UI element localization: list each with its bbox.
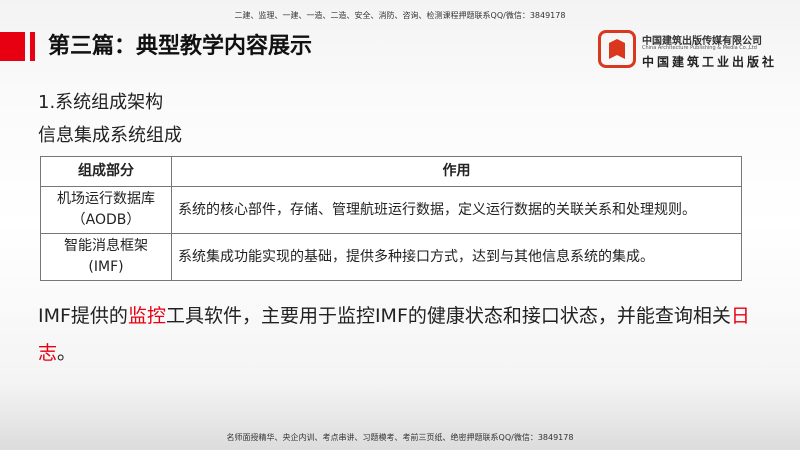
para-highlight: 监控 — [127, 305, 166, 327]
logo-cn-name-2: 中国建筑工业出版社 — [642, 55, 778, 69]
slide-title: 第三篇：典型教学内容展示 — [48, 34, 313, 59]
title-accent-bar — [30, 32, 35, 61]
cell-function: 系统的核心部件，存储、管理航班运行数据，定义运行数据的关联关系和处理规则。 — [171, 186, 742, 234]
cell-component: 机场运行数据库（AODB） — [40, 186, 172, 234]
section-heading: 1.系统组成架构 — [38, 92, 164, 113]
para-text: 工具软件，主要用于监控IMF的健康状态和接口状态，并能查询相关 — [165, 305, 731, 327]
table-row: 智能消息框架(IMF) 系统集成功能实现的基础，提供多种接口方式，达到与其他信息… — [40, 233, 742, 281]
header-function: 作用 — [171, 156, 742, 187]
components-table: 组成部分 作用 机场运行数据库（AODB） 系统的核心部件，存储、管理航班运行数… — [40, 156, 742, 281]
para-text: 。 — [57, 342, 77, 364]
top-note: 二建、监理、一建、一造、二造、安全、消防、咨询、检测课程押题联系QQ/微信：38… — [234, 11, 566, 20]
logo-icon — [598, 30, 636, 68]
sub-heading: 信息集成系统组成 — [38, 125, 182, 146]
table-header-row: 组成部分 作用 — [40, 156, 742, 187]
body-paragraph: IMF提供的监控工具软件，主要用于监控IMF的健康状态和接口状态，并能查询相关日… — [38, 298, 768, 372]
header-component: 组成部分 — [40, 156, 172, 187]
para-text: IMF提供的 — [38, 305, 128, 327]
cell-component: 智能消息框架(IMF) — [40, 233, 172, 281]
cell-function: 系统集成功能实现的基础，提供多种接口方式，达到与其他信息系统的集成。 — [171, 233, 742, 281]
logo-en-name: China Architecture Publishing & Media Co… — [642, 45, 757, 51]
table-row: 机场运行数据库（AODB） 系统的核心部件，存储、管理航班运行数据，定义运行数据… — [40, 186, 742, 234]
title-accent-block — [0, 32, 25, 61]
bottom-note: 名师面授精华、央企内训、考点串讲、习题模考、考前三页纸、绝密押题联系QQ/微信：… — [226, 433, 574, 442]
publisher-logo: 中国建筑出版传媒有限公司 China Architecture Publishi… — [598, 30, 798, 72]
